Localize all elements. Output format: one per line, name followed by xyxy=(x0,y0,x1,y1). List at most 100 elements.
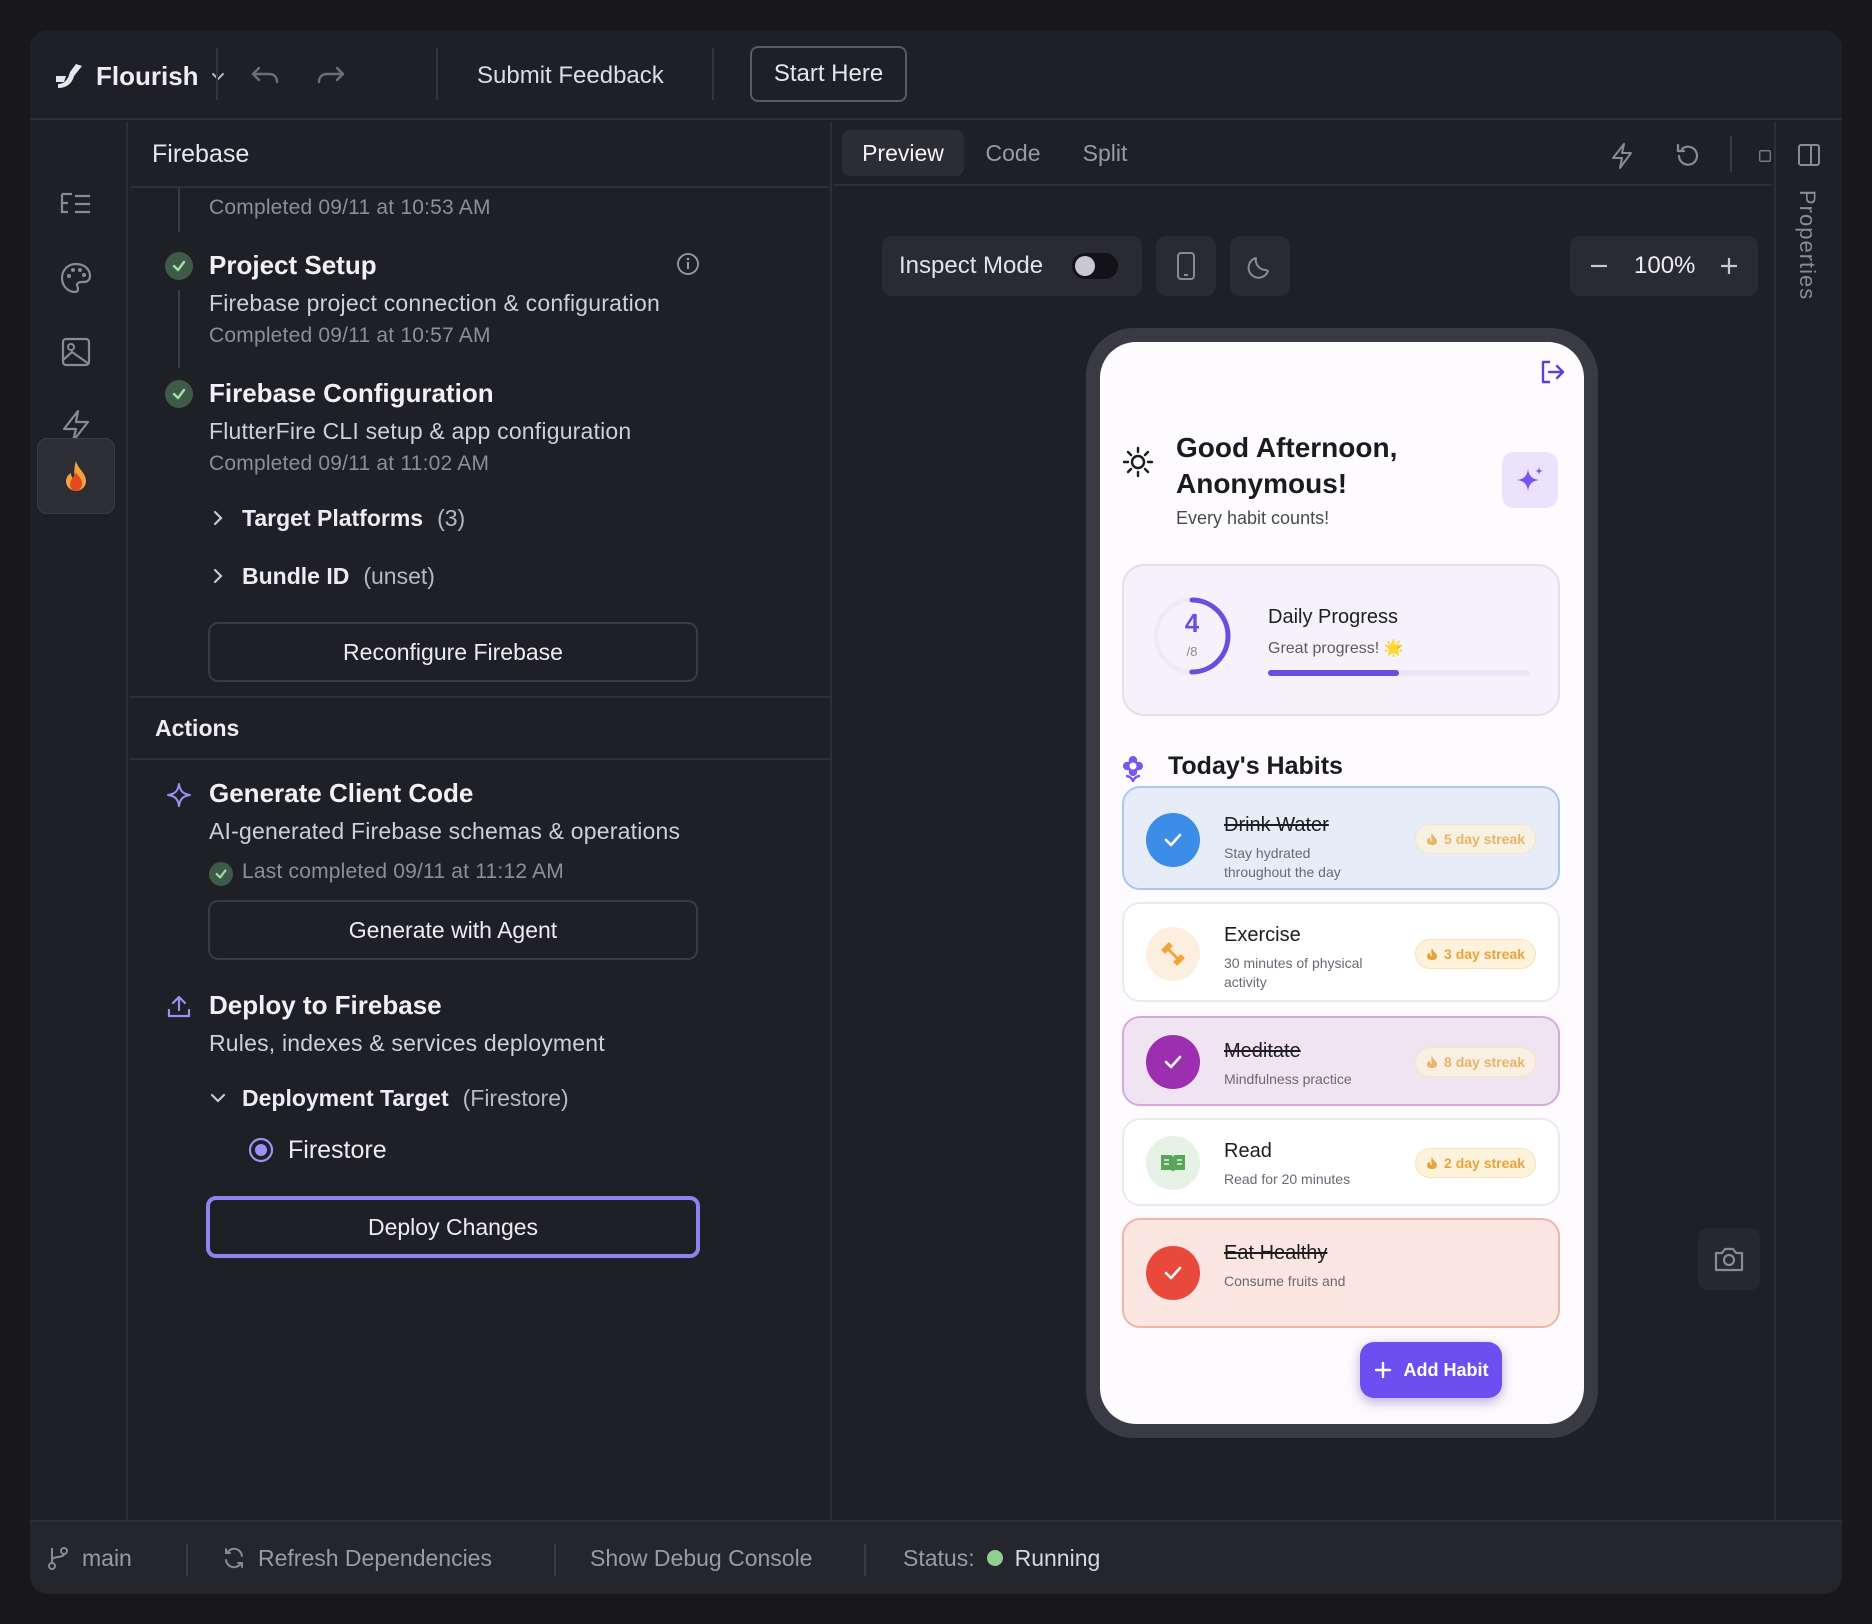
prev-step-completed: Completed 09/11 at 10:53 AM xyxy=(209,196,491,219)
run-status: Status: Running xyxy=(903,1522,1100,1594)
add-habit-button[interactable]: Add Habit xyxy=(1360,1342,1502,1398)
habit-icon-exercise[interactable] xyxy=(1146,927,1200,981)
panel-title: Firebase xyxy=(130,122,830,188)
dark-mode-button[interactable] xyxy=(1230,236,1290,296)
generate-last-completed: Last completed 09/11 at 11:12 AM xyxy=(242,860,564,883)
streak-badge: 3 day streak xyxy=(1415,939,1536,969)
check-icon xyxy=(165,252,193,280)
tab-split[interactable]: Split xyxy=(1060,130,1150,176)
zoom-control: 100% xyxy=(1570,236,1758,296)
generate-with-agent-button[interactable]: Generate with Agent xyxy=(208,900,698,960)
info-icon[interactable] xyxy=(676,252,700,276)
logout-icon[interactable] xyxy=(1538,358,1566,386)
habit-name: Read xyxy=(1224,1140,1272,1162)
git-branch-icon xyxy=(46,1545,70,1571)
bundle-id-value: (unset) xyxy=(363,562,435,589)
tab-code[interactable]: Code xyxy=(968,130,1058,176)
book-icon xyxy=(1159,1151,1187,1175)
step-description: Firebase project connection & configurat… xyxy=(209,290,660,316)
ai-suggest-button[interactable] xyxy=(1502,452,1558,508)
palette-icon xyxy=(59,261,93,295)
streak-badge: 8 day streak xyxy=(1415,1047,1536,1077)
tab-preview[interactable]: Preview xyxy=(842,130,964,176)
progress-ring: 4 /8 xyxy=(1150,594,1234,678)
top-bar: Flourish Submit Feedback Start Here xyxy=(30,30,1842,120)
step-title: Firebase Configuration xyxy=(209,378,494,408)
streak-text: 5 day streak xyxy=(1444,831,1525,847)
branch-selector[interactable]: main xyxy=(46,1522,132,1594)
habit-name: Drink Water xyxy=(1224,814,1329,836)
refresh-dependencies-button[interactable]: Refresh Dependencies xyxy=(222,1522,492,1594)
step-title: Project Setup xyxy=(209,250,377,280)
flower-icon xyxy=(1120,754,1146,782)
deployment-target-label: Deployment Target xyxy=(242,1084,449,1111)
show-debug-console-button[interactable]: Show Debug Console xyxy=(590,1522,812,1594)
habit-card[interactable]: Eat Healthy Consume fruits and xyxy=(1122,1218,1560,1328)
step-connector xyxy=(178,290,180,368)
target-platforms-label: Target Platforms xyxy=(242,504,424,531)
branch-name: main xyxy=(82,1544,132,1571)
streak-text: 8 day streak xyxy=(1444,1054,1525,1070)
todays-habits-title: Today's Habits xyxy=(1168,752,1343,780)
rail-outline-button[interactable] xyxy=(37,166,115,242)
inspect-mode-toggle[interactable] xyxy=(1072,253,1118,279)
zoom-in-button[interactable] xyxy=(1714,251,1744,281)
firebase-flame-icon xyxy=(62,459,90,493)
actions-section-title: Actions xyxy=(130,696,830,760)
habit-card[interactable]: Drink Water Stay hydrated throughout the… xyxy=(1122,786,1560,890)
status-value: Running xyxy=(1014,1544,1101,1571)
target-platforms-toggle[interactable]: Target Platforms (3) xyxy=(208,500,465,536)
screenshot-button[interactable] xyxy=(1698,1228,1760,1290)
streak-text: 2 day streak xyxy=(1444,1155,1525,1171)
divider xyxy=(554,1544,556,1576)
deploy-changes-button[interactable]: Deploy Changes xyxy=(206,1196,700,1258)
habit-description: Stay hydrated throughout the day xyxy=(1224,845,1341,880)
habit-card[interactable]: Meditate Mindfulness practice 8 day stre… xyxy=(1122,1016,1560,1106)
refresh-icon[interactable] xyxy=(1670,138,1706,174)
rail-theme-button[interactable] xyxy=(37,240,115,316)
step-connector xyxy=(178,188,180,232)
radio-selected-icon xyxy=(248,1137,274,1163)
submit-feedback-button[interactable]: Submit Feedback xyxy=(477,56,664,96)
streak-badge: 2 day streak xyxy=(1415,1148,1536,1178)
daily-progress-title: Daily Progress xyxy=(1268,606,1399,628)
habit-checkbox-checked[interactable] xyxy=(1146,813,1200,867)
divider xyxy=(864,1544,866,1576)
daily-progress-subtitle: Great progress! 🌟 xyxy=(1268,640,1404,657)
deployment-target-toggle[interactable]: Deployment Target (Firestore) xyxy=(208,1080,569,1116)
fullscreen-icon[interactable] xyxy=(1758,138,1772,174)
lightning-icon[interactable] xyxy=(1604,138,1640,174)
refresh-dependencies-label: Refresh Dependencies xyxy=(258,1544,492,1571)
firestore-radio-option[interactable]: Firestore xyxy=(248,1132,387,1168)
rail-assets-button[interactable] xyxy=(37,314,115,390)
rail-firebase-button[interactable] xyxy=(37,438,115,514)
habit-checkbox-checked[interactable] xyxy=(1146,1246,1200,1300)
camera-icon xyxy=(1713,1245,1745,1273)
step-completed-time: Completed 09/11 at 10:57 AM xyxy=(209,324,491,347)
habit-icon-read[interactable] xyxy=(1146,1136,1200,1190)
undo-icon[interactable] xyxy=(245,58,285,94)
deploy-title: Deploy to Firebase xyxy=(209,990,442,1020)
reconfigure-firebase-button[interactable]: Reconfigure Firebase xyxy=(208,622,698,682)
device-frame-button[interactable] xyxy=(1156,236,1216,296)
habit-checkbox-checked[interactable] xyxy=(1146,1035,1200,1089)
zoom-out-button[interactable] xyxy=(1584,251,1614,281)
progress-bar-fill xyxy=(1268,670,1399,676)
properties-panel-label[interactable]: Properties xyxy=(1794,190,1820,300)
habit-card[interactable]: Read Read for 20 minutes 2 day streak xyxy=(1122,1118,1560,1206)
dumbbell-icon xyxy=(1159,940,1187,968)
project-switcher[interactable]: Flourish xyxy=(54,56,227,96)
divider xyxy=(186,1544,188,1576)
chevron-down-icon xyxy=(208,1088,228,1108)
habit-card[interactable]: Exercise 30 minutes of physical activity… xyxy=(1122,902,1560,1002)
start-here-button[interactable]: Start Here xyxy=(750,46,907,102)
zoom-level: 100% xyxy=(1634,252,1696,279)
flourish-logo-icon xyxy=(54,62,86,90)
upload-icon xyxy=(166,994,192,1020)
sidebar-toggle-icon[interactable] xyxy=(1796,142,1822,168)
bundle-id-toggle[interactable]: Bundle ID (unset) xyxy=(208,558,435,594)
left-rail xyxy=(30,122,128,1520)
daily-progress-card: 4 /8 Daily Progress Great progress! 🌟 xyxy=(1122,564,1560,716)
redo-icon[interactable] xyxy=(311,58,351,94)
progress-done: 4 xyxy=(1184,608,1200,638)
